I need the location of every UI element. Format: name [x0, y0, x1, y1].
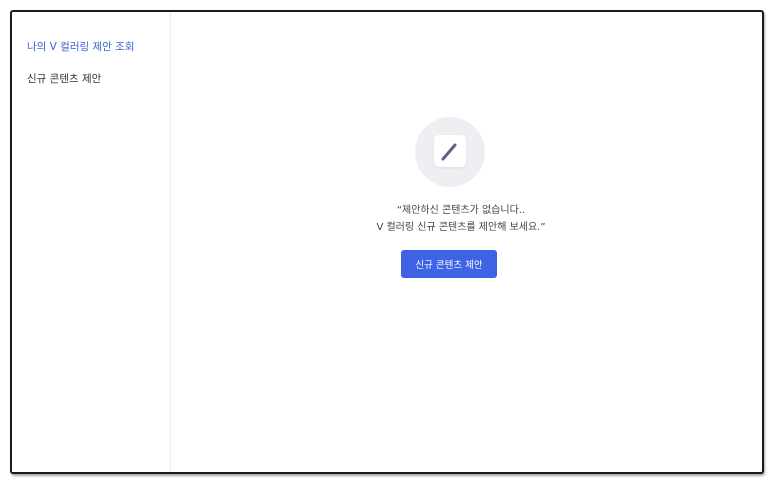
empty-state-illustration [415, 117, 485, 187]
sidebar-item-my-proposals[interactable]: 나의 V 컬러링 제안 조회 [27, 39, 134, 54]
pencil-icon [441, 143, 457, 161]
empty-state-message-line2: V 컬러링 신규 콘텐츠를 제안해 보세요.” [376, 222, 546, 233]
empty-state-message-line1: “제안하신 콘텐츠가 없습니다.. [396, 205, 526, 216]
sidebar: 나의 V 컬러링 제안 조회 신규 콘텐츠 제안 [12, 12, 171, 472]
window-frame: 나의 V 컬러링 제안 조회 신규 콘텐츠 제안 “제안하신 콘텐츠가 없습니다… [10, 10, 764, 474]
sidebar-item-new-proposal[interactable]: 신규 콘텐츠 제안 [27, 71, 101, 86]
new-proposal-button[interactable]: 신규 콘텐츠 제안 [401, 250, 497, 278]
main-content: “제안하신 콘텐츠가 없습니다.. V 컬러링 신규 콘텐츠를 제안해 보세요.… [171, 12, 762, 472]
